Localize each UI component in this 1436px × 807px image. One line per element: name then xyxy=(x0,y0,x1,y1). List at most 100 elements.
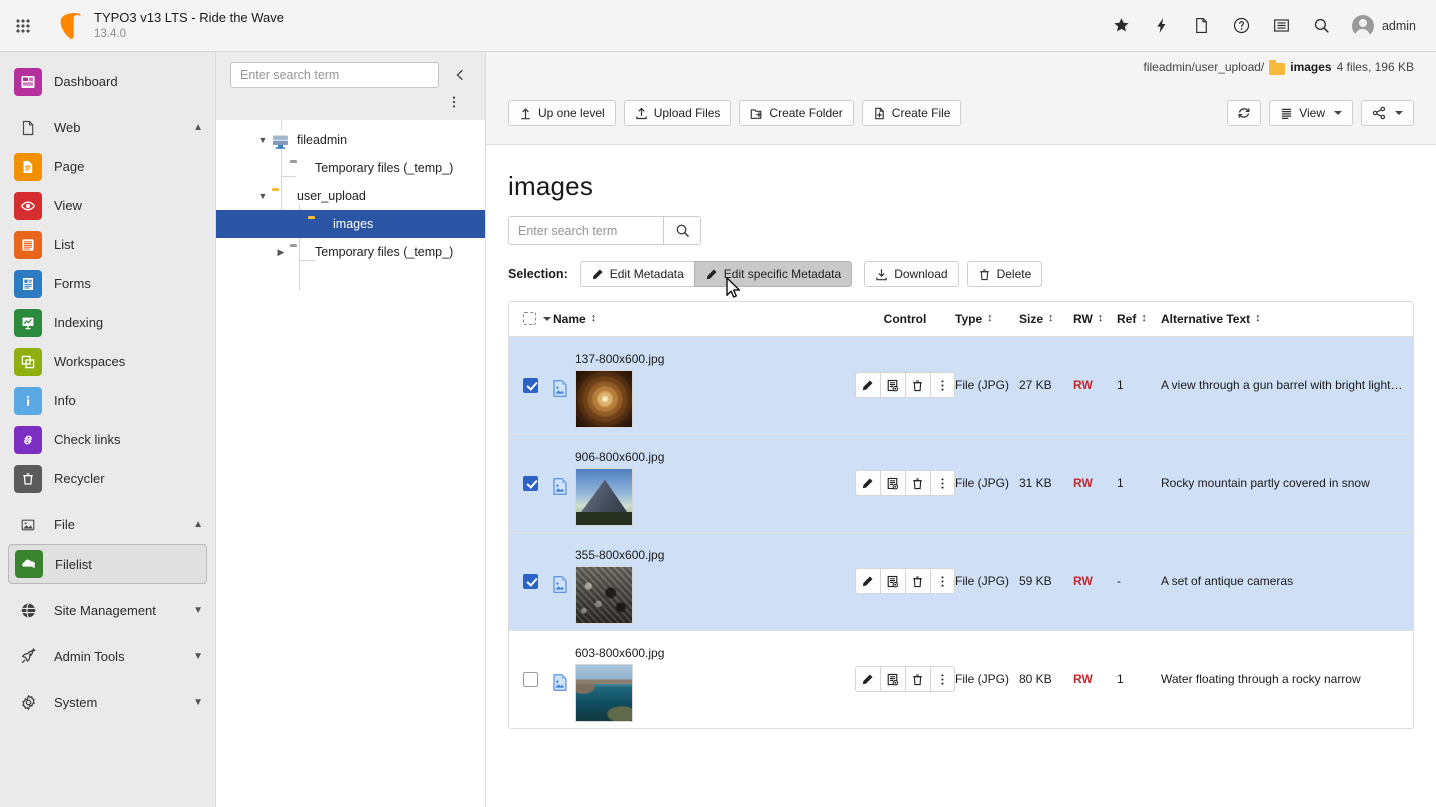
row-checkbox[interactable] xyxy=(523,672,538,687)
sidebar-item-view[interactable]: View xyxy=(0,186,215,225)
column-header-alternative-text[interactable]: Alternative Text↕ xyxy=(1161,302,1413,336)
sidebar-group-admin-tools[interactable]: Admin Tools ▼ xyxy=(0,637,215,676)
sidebar-item-recycler[interactable]: Recycler xyxy=(0,459,215,498)
edit-icon[interactable] xyxy=(855,372,880,398)
tree-node-fileadmin[interactable]: ▼ fileadmin xyxy=(216,126,485,154)
column-label: Control xyxy=(884,312,927,326)
sidebar-item-list[interactable]: List xyxy=(0,225,215,264)
file-thumbnail[interactable] xyxy=(575,664,633,722)
sidebar-group-system[interactable]: System ▼ xyxy=(0,683,215,722)
sidebar-item-page[interactable]: Page xyxy=(0,147,215,186)
chevron-right-icon[interactable]: ▶ xyxy=(272,247,290,258)
edit-metadata-button[interactable]: Edit Metadata xyxy=(580,261,694,287)
sidebar-item-info[interactable]: Info xyxy=(0,381,215,420)
sidebar-item-check-links[interactable]: Check links xyxy=(0,420,215,459)
search-input[interactable] xyxy=(508,216,663,245)
delete-icon[interactable] xyxy=(905,666,930,692)
tree-node-temporary-files[interactable]: Temporary files (_temp_) xyxy=(216,154,485,182)
file-thumbnail[interactable] xyxy=(575,566,633,624)
apps-grid-icon[interactable] xyxy=(10,13,36,39)
tree-node-images[interactable]: images xyxy=(216,210,485,238)
row-select-cell[interactable] xyxy=(509,630,553,728)
column-header-rw[interactable]: RW↕ xyxy=(1073,302,1117,336)
edit-icon[interactable] xyxy=(855,666,880,692)
select-all-checkbox[interactable] xyxy=(509,302,553,336)
button-label: Delete xyxy=(997,267,1032,281)
delete-icon[interactable] xyxy=(905,470,930,496)
user-menu[interactable]: admin xyxy=(1344,15,1422,37)
flash-icon[interactable] xyxy=(1144,8,1180,44)
tree-node-temporary-files-2[interactable]: ▶ Temporary files (_temp_) xyxy=(216,238,485,266)
create-folder-button[interactable]: Create Folder xyxy=(739,100,853,126)
metadata-icon[interactable] xyxy=(880,666,905,692)
sidebar-group-web[interactable]: Web ▲ xyxy=(0,108,215,147)
more-actions-icon[interactable] xyxy=(930,666,955,692)
search-button[interactable] xyxy=(663,216,701,245)
folder-icon xyxy=(308,217,326,232)
column-header-size[interactable]: Size↕ xyxy=(1019,302,1073,336)
row-ref: 1 xyxy=(1117,630,1161,728)
button-label: Download xyxy=(894,267,947,281)
metadata-icon[interactable] xyxy=(880,568,905,594)
sidebar-item-workspaces[interactable]: Workspaces xyxy=(0,342,215,381)
row-select-cell[interactable] xyxy=(509,434,553,532)
more-actions-icon[interactable] xyxy=(930,568,955,594)
more-actions-icon[interactable] xyxy=(930,470,955,496)
chevron-left-icon[interactable] xyxy=(447,62,473,88)
column-header-ref[interactable]: Ref↕ xyxy=(1117,302,1161,336)
bookmarks-icon[interactable] xyxy=(1104,8,1140,44)
edit-icon[interactable] xyxy=(855,568,880,594)
list-view-icon[interactable] xyxy=(1264,8,1300,44)
delete-icon[interactable] xyxy=(905,568,930,594)
column-header-type[interactable]: Type↕ xyxy=(955,302,1019,336)
edit-specific-metadata-button[interactable]: Edit specific Metadata xyxy=(694,261,852,287)
up-one-level-button[interactable]: Up one level xyxy=(508,100,616,126)
metadata-icon[interactable] xyxy=(880,470,905,496)
delete-button[interactable]: Delete xyxy=(967,261,1043,287)
help-icon[interactable] xyxy=(1224,8,1260,44)
row-select-cell[interactable] xyxy=(509,336,553,434)
file-name[interactable]: 355-800x600.jpg xyxy=(575,548,664,562)
row-checkbox[interactable] xyxy=(523,378,538,393)
sidebar-group-file[interactable]: File ▲ xyxy=(0,505,215,544)
share-button[interactable] xyxy=(1361,100,1414,126)
file-thumbnail[interactable] xyxy=(575,468,633,526)
file-name[interactable]: 137-800x600.jpg xyxy=(575,352,664,366)
new-document-icon[interactable] xyxy=(1184,8,1220,44)
metadata-icon[interactable] xyxy=(880,372,905,398)
sidebar-item-indexing[interactable]: Indexing xyxy=(0,303,215,342)
file-name[interactable]: 603-800x600.jpg xyxy=(575,646,664,660)
file-name[interactable]: 906-800x600.jpg xyxy=(575,450,664,464)
tree-node-user-upload[interactable]: ▼ user_upload xyxy=(216,182,485,210)
vertical-dots-icon[interactable] xyxy=(230,88,473,116)
table-row[interactable]: 906-800x600.jpg File (JPG) 31 KB RW 1 Ro… xyxy=(509,434,1413,532)
table-row[interactable]: 603-800x600.jpg File (JPG) 80 KB RW 1 Wa… xyxy=(509,630,1413,728)
chevron-down-icon[interactable]: ▼ xyxy=(254,191,272,201)
tree-search-input[interactable] xyxy=(230,62,439,88)
sidebar-item-filelist[interactable]: Filelist xyxy=(8,544,207,584)
view-button[interactable]: View xyxy=(1269,100,1353,126)
delete-icon[interactable] xyxy=(905,372,930,398)
row-size: 80 KB xyxy=(1019,630,1073,728)
row-checkbox[interactable] xyxy=(523,476,538,491)
row-checkbox[interactable] xyxy=(523,574,538,589)
sidebar-group-site-management[interactable]: Site Management ▼ xyxy=(0,591,215,630)
filelist-icon xyxy=(15,550,43,578)
chevron-down-icon[interactable]: ▼ xyxy=(254,135,272,145)
row-select-cell[interactable] xyxy=(509,532,553,630)
create-file-button[interactable]: Create File xyxy=(862,100,962,126)
file-thumbnail[interactable] xyxy=(575,370,633,428)
table-row[interactable]: 355-800x600.jpg File (JPG) 59 KB RW - A … xyxy=(509,532,1413,630)
tree-node-label: Temporary files (_temp_) xyxy=(315,245,453,259)
search-icon[interactable] xyxy=(1304,8,1340,44)
download-button[interactable]: Download xyxy=(864,261,958,287)
sidebar-item-forms[interactable]: Forms xyxy=(0,264,215,303)
edit-icon[interactable] xyxy=(855,470,880,496)
row-name-cell: 603-800x600.jpg xyxy=(553,630,855,728)
more-actions-icon[interactable] xyxy=(930,372,955,398)
refresh-button[interactable] xyxy=(1227,100,1261,126)
sidebar-item-dashboard[interactable]: Dashboard xyxy=(0,62,215,101)
column-header-name[interactable]: Name↕ xyxy=(553,302,855,336)
upload-files-button[interactable]: Upload Files xyxy=(624,100,732,126)
table-row[interactable]: 137-800x600.jpg File (JPG) 27 KB RW 1 A … xyxy=(509,336,1413,434)
